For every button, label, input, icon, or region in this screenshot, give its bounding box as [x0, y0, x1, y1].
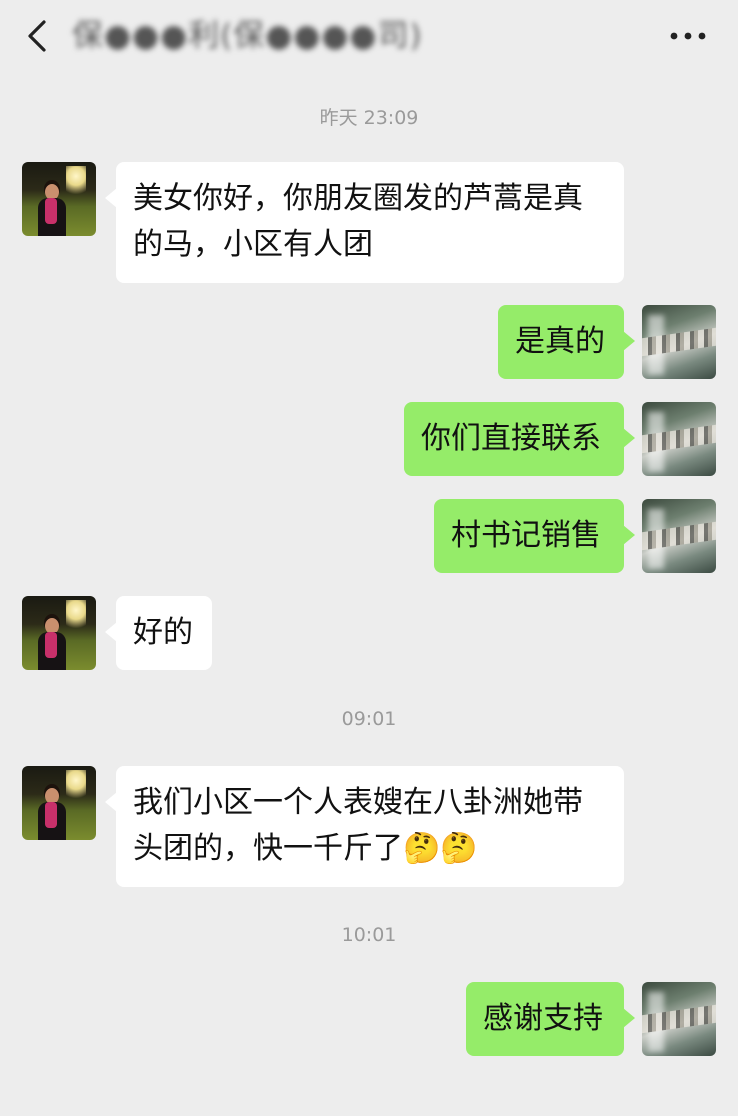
timestamp: 10:01 [341, 924, 397, 946]
avatar-person [36, 184, 68, 236]
message-text: 你们直接联系 [421, 421, 601, 456]
message-text: 美女你好，你朋友圈发的芦蒿是真的马，小区有人团 [133, 181, 583, 262]
message-bubble-sent[interactable]: 是真的 [498, 305, 635, 379]
chat-title: 保●●●利(保●●●●司) [72, 18, 423, 54]
chat-header: 保●●●利(保●●●●司) [0, 0, 738, 78]
message-bubble-sent[interactable]: 村书记销售 [434, 499, 635, 573]
timestamp: 昨天 23:09 [319, 107, 419, 129]
contact-avatar[interactable] [22, 162, 96, 236]
chevron-left-icon[interactable] [22, 18, 54, 54]
message-bubble-sent[interactable]: 感谢支持 [466, 982, 635, 1056]
self-avatar[interactable] [642, 402, 716, 476]
message-bubble-received[interactable]: 好的 [105, 596, 212, 670]
self-avatar[interactable] [642, 982, 716, 1056]
message-bubble-received[interactable]: 美女你好，你朋友圈发的芦蒿是真的马，小区有人团 [105, 162, 624, 283]
self-avatar[interactable] [642, 499, 716, 573]
message-text: 感谢支持 [483, 1001, 603, 1036]
avatar-decor [66, 166, 86, 200]
message-text: 村书记销售 [451, 518, 601, 553]
chat-title-text: 保●●●利(保●●●●司) [72, 18, 423, 54]
message-bubble-sent[interactable]: 你们直接联系 [404, 402, 635, 476]
message-text: 好的 [133, 615, 193, 650]
thinking-face-icon: 🤔🤔 [403, 831, 478, 866]
contact-avatar[interactable] [22, 596, 96, 670]
self-avatar[interactable] [642, 305, 716, 379]
message-bubble-received[interactable]: 我们小区一个人表嫂在八卦洲她带头团的，快一千斤了🤔🤔 [105, 766, 624, 887]
contact-avatar[interactable] [22, 766, 96, 840]
message-text: 是真的 [515, 324, 605, 359]
message-text: 我们小区一个人表嫂在八卦洲她带头团的，快一千斤了 [133, 785, 583, 866]
ellipsis-icon[interactable] [668, 24, 708, 48]
timestamp: 09:01 [341, 708, 397, 730]
